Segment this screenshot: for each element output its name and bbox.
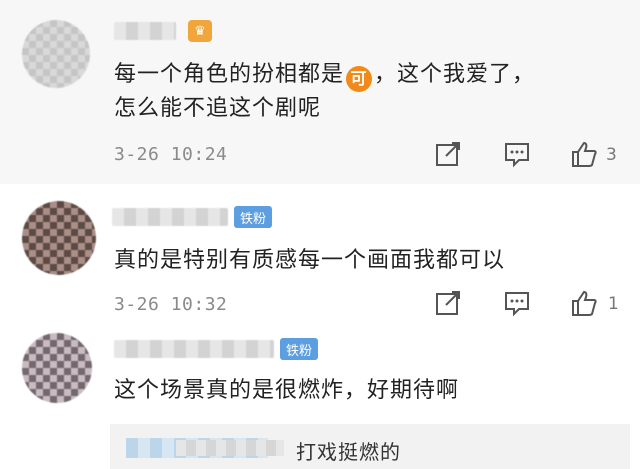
reply-text: 打戏挺燃的 [296, 440, 401, 464]
avatar[interactable] [22, 20, 90, 88]
comment-text-line2: 怎么能不追这个剧呢 [114, 96, 322, 121]
emoji-icon: 可 [346, 65, 373, 92]
fan-badge: 铁粉 [234, 206, 273, 228]
like-icon[interactable] [570, 140, 598, 168]
comment-timestamp: 3-26 10:24 [114, 144, 228, 165]
comment-icon[interactable] [503, 289, 531, 317]
comment-timestamp: 3-26 10:32 [114, 294, 228, 315]
avatar[interactable] [22, 201, 96, 275]
vip-crown-icon: ♛ [188, 20, 212, 42]
comment-text: 这个场景真的是很燃炸，好期待啊 [114, 378, 460, 403]
fan-badge: 铁粉 [280, 338, 319, 360]
reply-username-blur [176, 440, 284, 456]
username[interactable] [114, 340, 274, 358]
like-icon[interactable] [570, 289, 598, 317]
comment-text: 真的是特别有质感每一个画面我都可以 [114, 248, 506, 273]
avatar[interactable] [22, 333, 92, 403]
like-count: 3 [606, 145, 617, 165]
username[interactable] [114, 22, 176, 40]
comment-icon[interactable] [503, 140, 531, 168]
share-icon[interactable] [434, 140, 462, 168]
username[interactable] [112, 208, 228, 226]
like-count: 1 [608, 294, 619, 314]
comment-text: 每一个角色的扮相都是可，这个我爱了， [114, 58, 535, 92]
share-icon[interactable] [434, 289, 462, 317]
